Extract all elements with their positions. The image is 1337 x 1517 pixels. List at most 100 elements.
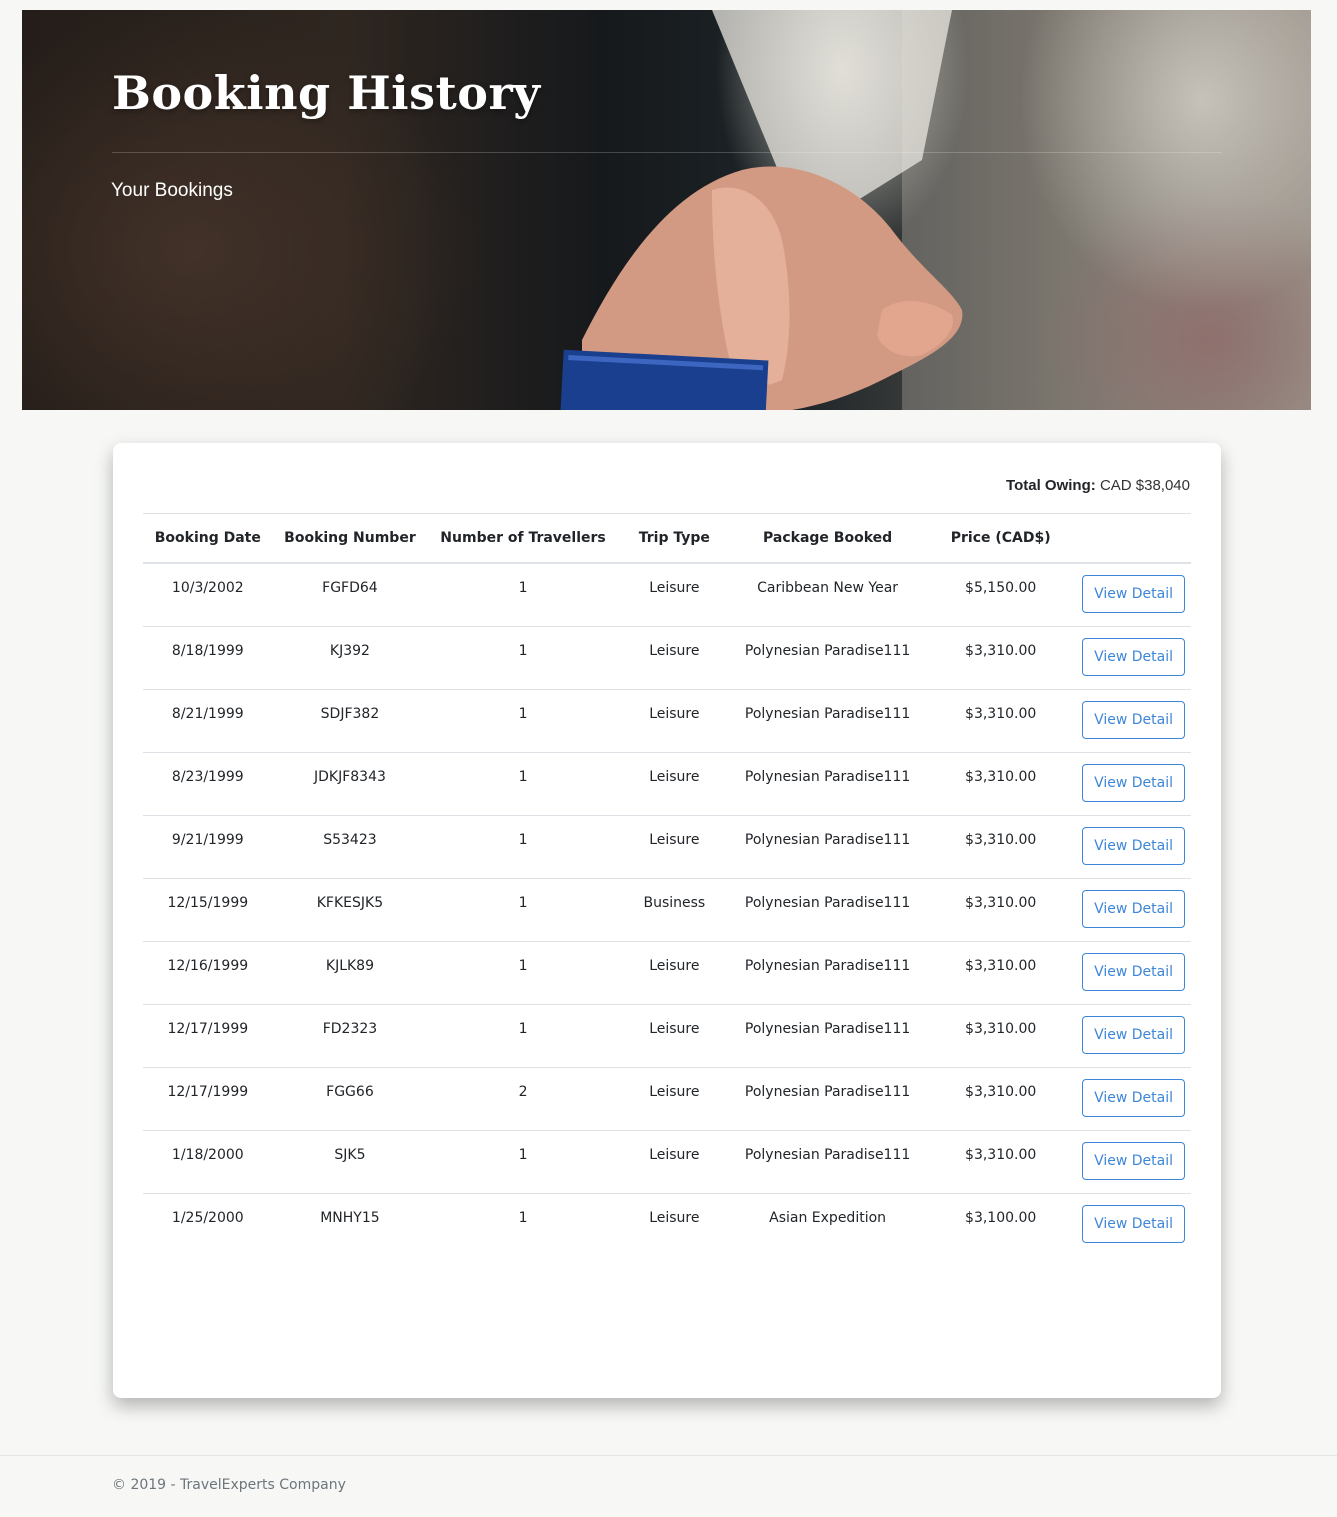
action-cell: View Detail	[1076, 1194, 1191, 1257]
travellers-cell-text: 1	[518, 1021, 528, 1037]
table-row: 9/21/1999 S53423 1 Leisure Polynesian Paradi…	[143, 815, 1191, 879]
package-cell-text: Asian Expedition	[769, 1210, 887, 1226]
travellers-cell: 1	[427, 1194, 619, 1257]
price-cell-text: $3,310.00	[965, 643, 1037, 659]
booking-date-cell-text: 1/18/2000	[171, 1147, 244, 1163]
trip-type-cell: Leisure	[618, 815, 730, 879]
price-cell: $3,310.00	[925, 1130, 1077, 1194]
header-package-booked: Package Booked	[729, 513, 926, 564]
bookings-table: Booking Date Booking Number Number of Tr…	[143, 513, 1191, 1256]
view-detail-button[interactable]: View Detail	[1082, 575, 1185, 613]
bookings-card: Total Owing: CAD $38,040 Booking Date Bo…	[113, 443, 1221, 1398]
trip-type-cell-text: Leisure	[649, 769, 700, 785]
page-title: Booking History	[112, 66, 541, 120]
price-cell: $3,310.00	[925, 1067, 1077, 1131]
action-cell: View Detail	[1076, 1130, 1191, 1194]
price-cell-text: $3,310.00	[965, 1084, 1037, 1100]
booking-number-cell-text: KJLK89	[325, 958, 374, 974]
price-cell: $3,310.00	[925, 689, 1077, 753]
travellers-cell-text: 1	[518, 958, 528, 974]
price-cell: $3,310.00	[925, 941, 1077, 1005]
trip-type-cell-text: Leisure	[649, 1147, 700, 1163]
view-detail-button[interactable]: View Detail	[1082, 1079, 1185, 1117]
trip-type-cell-text: Leisure	[649, 958, 700, 974]
table-header-row: Booking Date Booking Number Number of Tr…	[143, 513, 1191, 564]
view-detail-button[interactable]: View Detail	[1082, 1142, 1185, 1180]
price-cell-text: $3,310.00	[965, 1147, 1037, 1163]
package-cell-text: Polynesian Paradise111	[744, 1147, 911, 1163]
booking-date-cell-text: 12/17/1999	[167, 1021, 249, 1037]
booking-number-cell: FD2323	[272, 1004, 428, 1068]
hero-banner: Booking History Your Bookings	[22, 10, 1311, 410]
travellers-cell-text: 1	[518, 895, 528, 911]
booking-date-cell: 1/25/2000	[143, 1194, 273, 1257]
trip-type-cell: Leisure	[618, 1067, 730, 1131]
table-row: 8/23/1999 JDKJF8343 1 Leisure Polynesian Par…	[143, 752, 1191, 816]
action-cell: View Detail	[1076, 563, 1191, 627]
travellers-cell: 1	[427, 563, 619, 627]
action-cell: View Detail	[1076, 815, 1191, 879]
package-cell: Asian Expedition	[730, 1194, 925, 1257]
booking-date-cell: 12/17/1999	[143, 1067, 273, 1131]
view-detail-button[interactable]: View Detail	[1082, 827, 1185, 865]
price-cell-text: $3,310.00	[965, 895, 1037, 911]
booking-date-cell: 8/21/1999	[143, 689, 273, 753]
travellers-cell: 1	[427, 689, 619, 753]
total-owing: Total Owing: CAD $38,040	[1006, 477, 1190, 494]
table-row: 12/15/1999 KFKESJK5 1 Business Polynesian Pa…	[143, 878, 1191, 942]
hero-divider	[112, 152, 1222, 153]
booking-number-cell-text: KJ392	[329, 643, 370, 659]
trip-type-cell: Leisure	[618, 941, 730, 1005]
package-cell-text: Polynesian Paradise111	[744, 958, 911, 974]
booking-date-cell-text: 12/17/1999	[167, 1084, 249, 1100]
package-cell: Polynesian Paradise111	[729, 815, 926, 879]
view-detail-button[interactable]: View Detail	[1082, 890, 1185, 928]
price-cell: $3,310.00	[925, 1004, 1077, 1068]
header-trip-type: Trip Type	[618, 513, 730, 564]
view-detail-button[interactable]: View Detail	[1082, 953, 1185, 991]
price-cell: $3,310.00	[925, 752, 1077, 816]
view-detail-button[interactable]: View Detail	[1082, 764, 1185, 802]
action-cell: View Detail	[1076, 1067, 1191, 1131]
booking-date-cell: 12/16/1999	[143, 941, 273, 1005]
travellers-cell-text: 1	[518, 1147, 528, 1163]
booking-number-cell-text: JDKJF8343	[313, 769, 386, 785]
booking-number-cell-text: MNHY15	[320, 1210, 380, 1226]
trip-type-cell-text: Business	[643, 895, 706, 911]
hand-with-card-illustration	[560, 10, 1311, 410]
view-detail-button[interactable]: View Detail	[1082, 1016, 1185, 1054]
travellers-cell-text: 1	[518, 580, 528, 596]
price-cell-text: $3,100.00	[965, 1210, 1037, 1226]
booking-number-cell: SDJF382	[272, 689, 428, 753]
booking-number-cell-text: SJK5	[334, 1147, 366, 1163]
booking-date-cell-text: 10/3/2002	[171, 580, 244, 596]
booking-date-cell: 10/3/2002	[143, 563, 273, 627]
footer-copyright: © 2019 - TravelExperts Company	[112, 1477, 346, 1493]
booking-date-cell-text: 1/25/2000	[171, 1210, 244, 1226]
booking-date-cell: 8/18/1999	[143, 626, 273, 690]
package-cell: Polynesian Paradise111	[729, 1004, 926, 1068]
view-detail-button[interactable]: View Detail	[1082, 1205, 1185, 1243]
package-cell: Polynesian Paradise111	[729, 1067, 926, 1131]
table-row: 8/21/1999 SDJF382 1 Leisure Polynesian Parad…	[143, 689, 1191, 753]
trip-type-cell: Business	[618, 878, 730, 942]
view-detail-button[interactable]: View Detail	[1082, 638, 1185, 676]
action-cell: View Detail	[1076, 752, 1191, 816]
price-cell-text: $3,310.00	[965, 706, 1037, 722]
package-cell: Polynesian Paradise111	[729, 1130, 926, 1194]
travellers-cell: 1	[427, 1130, 619, 1194]
trip-type-cell-text: Leisure	[649, 832, 700, 848]
package-cell-text: Polynesian Paradise111	[744, 643, 911, 659]
booking-number-cell: FGFD64	[272, 563, 428, 627]
booking-number-cell: S53423	[272, 815, 428, 879]
footer: © 2019 - TravelExperts Company	[0, 1455, 1337, 1517]
price-cell-text: $3,310.00	[965, 769, 1037, 785]
package-cell: Polynesian Paradise111	[729, 752, 926, 816]
package-cell-text: Polynesian Paradise111	[744, 1084, 911, 1100]
view-detail-button[interactable]: View Detail	[1082, 701, 1185, 739]
trip-type-cell-text: Leisure	[649, 643, 700, 659]
total-owing-value: CAD $38,040	[1099, 477, 1190, 494]
booking-number-cell: JDKJF8343	[272, 752, 428, 816]
price-cell: $3,100.00	[925, 1194, 1076, 1257]
table-row: 12/17/1999 FD2323 1 Leisure Polynesian Parad…	[143, 1004, 1191, 1068]
